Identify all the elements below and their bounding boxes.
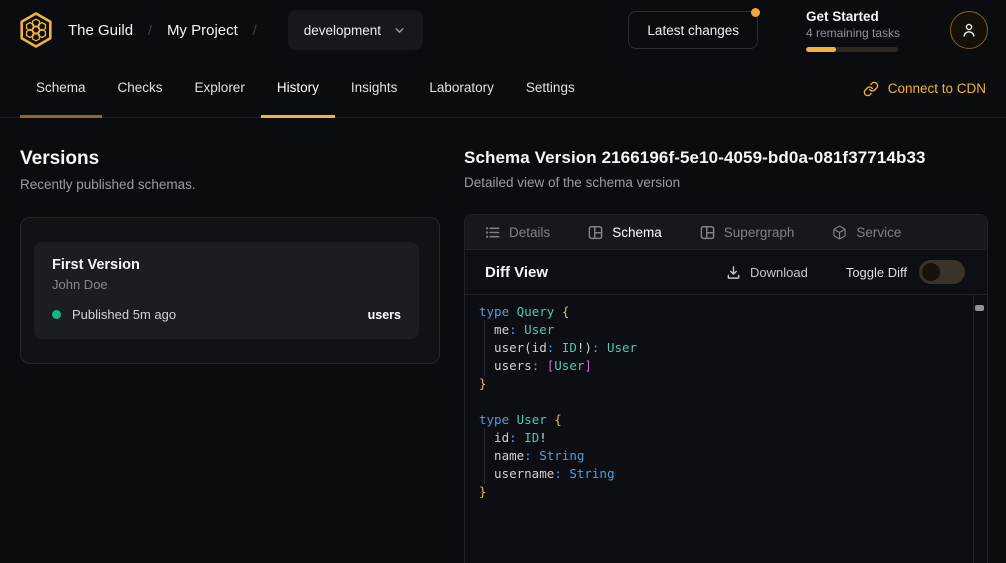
- nav-tab-laboratory[interactable]: Laboratory: [413, 60, 510, 118]
- version-author: John Doe: [52, 277, 401, 292]
- code-line: }: [479, 483, 961, 501]
- version-detail-title: Schema Version 2166196f-5e10-4059-bd0a-0…: [464, 148, 988, 168]
- tab-supergraph[interactable]: Supergraph: [700, 225, 795, 240]
- connect-to-cdn-label: Connect to CDN: [888, 81, 986, 96]
- chevron-down-icon: [393, 24, 406, 37]
- tab-supergraph-label: Supergraph: [724, 225, 795, 240]
- versions-title: Versions: [20, 148, 440, 170]
- link-icon: [863, 81, 879, 97]
- tab-service-label: Service: [856, 225, 901, 240]
- download-button[interactable]: Download: [726, 265, 808, 280]
- breadcrumb-org[interactable]: The Guild: [68, 22, 133, 39]
- indent-guide: [484, 338, 485, 358]
- code-line: type User {: [479, 411, 961, 429]
- code-line: [479, 393, 961, 411]
- tab-schema[interactable]: Schema: [588, 225, 662, 240]
- layout-icon: [588, 225, 603, 240]
- get-started-progress-fill: [806, 47, 836, 52]
- nav-tab-history[interactable]: History: [261, 60, 335, 118]
- service-badge: users: [368, 308, 401, 322]
- indent-guide: [484, 446, 485, 466]
- code-line: type Query {: [479, 303, 961, 321]
- published-status-dot: [52, 310, 61, 319]
- indent-guide: [484, 428, 485, 448]
- nav-spacer: [591, 60, 861, 117]
- get-started-title: Get Started: [806, 9, 898, 24]
- nav-tab-insights[interactable]: Insights: [335, 60, 414, 118]
- target-selector-value: development: [304, 23, 381, 38]
- code-line: name: String: [479, 447, 961, 465]
- code-scrollbar-thumb[interactable]: [975, 305, 984, 311]
- code-content: type Query { me: User user(id: ID!): Use…: [479, 303, 961, 501]
- breadcrumb-separator: /: [253, 22, 257, 38]
- nav-tab-checks[interactable]: Checks: [102, 60, 179, 118]
- tab-details[interactable]: Details: [485, 225, 550, 240]
- target-selector[interactable]: development: [288, 10, 423, 50]
- get-started-progress-track: [806, 47, 898, 52]
- toggle-diff-label: Toggle Diff: [846, 265, 907, 280]
- user-avatar[interactable]: [950, 11, 988, 49]
- main-content: Versions Recently published schemas. Fir…: [0, 118, 1006, 563]
- tab-service[interactable]: Service: [832, 225, 901, 240]
- versions-panel: Versions Recently published schemas. Fir…: [20, 118, 440, 563]
- tab-details-label: Details: [509, 225, 550, 240]
- get-started-subtitle: 4 remaining tasks: [806, 26, 898, 40]
- indent-guide: [484, 356, 485, 376]
- diff-view-header: Diff View Download Toggle Diff: [465, 250, 987, 295]
- nav-tab-explorer[interactable]: Explorer: [179, 60, 261, 118]
- nav-tab-settings[interactable]: Settings: [510, 60, 591, 118]
- diff-toggle[interactable]: [919, 260, 965, 284]
- version-detail-card: Details Schema Sup: [464, 214, 988, 563]
- layout-icon: [700, 225, 715, 240]
- code-line: id: ID!: [479, 429, 961, 447]
- person-icon: [960, 21, 978, 39]
- download-label: Download: [750, 265, 808, 280]
- target-nav: Schema Checks Explorer History Insights …: [0, 60, 1006, 118]
- code-line: me: User: [479, 321, 961, 339]
- version-list-item[interactable]: First Version John Doe Published 5m ago …: [34, 242, 419, 339]
- code-line: }: [479, 375, 961, 393]
- code-line: users: [User]: [479, 357, 961, 375]
- cube-icon: [832, 225, 847, 240]
- indent-guide: [484, 464, 485, 484]
- notification-dot: [751, 8, 760, 17]
- diff-view-title: Diff View: [485, 264, 548, 281]
- breadcrumb-separator: /: [148, 22, 152, 38]
- version-status: Published 5m ago: [72, 307, 176, 322]
- connect-to-cdn-button[interactable]: Connect to CDN: [861, 60, 988, 117]
- latest-changes-label: Latest changes: [647, 23, 739, 38]
- tab-schema-label: Schema: [612, 225, 662, 240]
- download-icon: [726, 265, 741, 280]
- version-detail-subtitle: Detailed view of the schema version: [464, 175, 988, 190]
- breadcrumb-project[interactable]: My Project: [167, 22, 238, 39]
- latest-changes-button[interactable]: Latest changes: [628, 11, 758, 49]
- code-line: user(id: ID!): User: [479, 339, 961, 357]
- nav-tab-schema[interactable]: Schema: [20, 60, 102, 118]
- versions-list-card: First Version John Doe Published 5m ago …: [20, 217, 440, 364]
- guild-logo-icon[interactable]: [16, 10, 56, 50]
- app-header: The Guild / My Project / development Lat…: [0, 0, 1006, 60]
- detail-tab-strip: Details Schema Sup: [465, 215, 987, 250]
- code-gutter-divider: [973, 295, 974, 563]
- list-icon: [485, 225, 500, 240]
- versions-subtitle: Recently published schemas.: [20, 177, 440, 192]
- get-started-widget[interactable]: Get Started 4 remaining tasks: [806, 9, 898, 52]
- version-detail-panel: Schema Version 2166196f-5e10-4059-bd0a-0…: [464, 118, 988, 563]
- indent-guide: [484, 320, 485, 340]
- schema-code-viewer[interactable]: type Query { me: User user(id: ID!): Use…: [465, 295, 987, 563]
- version-status-row: Published 5m ago users: [52, 307, 401, 322]
- version-name: First Version: [52, 257, 401, 273]
- diff-toggle-knob: [922, 263, 940, 281]
- code-line: username: String: [479, 465, 961, 483]
